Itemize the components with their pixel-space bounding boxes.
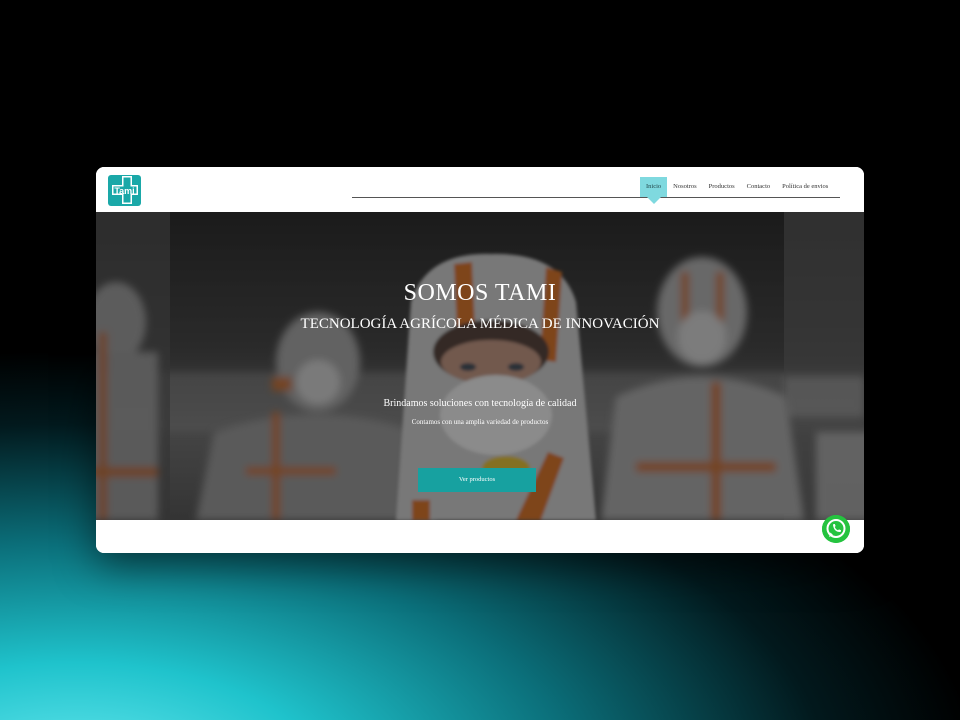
nav-item-contacto[interactable]: Contacto: [741, 177, 776, 197]
hero-subtitle: TECNOLOGÍA AGRÍCOLA MÉDICA DE INNOVACIÓN: [300, 316, 660, 332]
whatsapp-icon: [822, 515, 850, 543]
tami-logo[interactable]: Tami: [108, 175, 141, 206]
hero-lead-text: Brindamos soluciones con tecnología de c…: [383, 398, 577, 409]
nav-underline: [352, 197, 840, 198]
main-nav: Inicio Nosotros Productos Contacto Polít…: [640, 177, 834, 204]
nav-item-inicio[interactable]: Inicio: [640, 177, 668, 204]
logo-mark-icon: Tami: [108, 175, 141, 206]
hero-title: SOMOS TAMI: [403, 280, 557, 306]
hero-small-text: Contamos con una amplia variedad de prod…: [411, 418, 549, 426]
browser-window: Tami Inicio Nosotros Productos Contacto …: [96, 167, 864, 553]
page-bottom-strip: [96, 520, 864, 553]
nav-item-politica-envios[interactable]: Política de envios: [776, 177, 834, 197]
ver-productos-button[interactable]: Ver productos: [418, 468, 536, 492]
whatsapp-button[interactable]: [822, 515, 850, 543]
nav-item-productos[interactable]: Productos: [703, 177, 741, 197]
svg-text:Tami: Tami: [114, 186, 134, 196]
nav-item-nosotros[interactable]: Nosotros: [667, 177, 702, 197]
hero-section: SOMOS TAMI TECNOLOGÍA AGRÍCOLA MÉDICA DE…: [96, 212, 864, 520]
site-header: Tami Inicio Nosotros Productos Contacto …: [96, 167, 864, 212]
